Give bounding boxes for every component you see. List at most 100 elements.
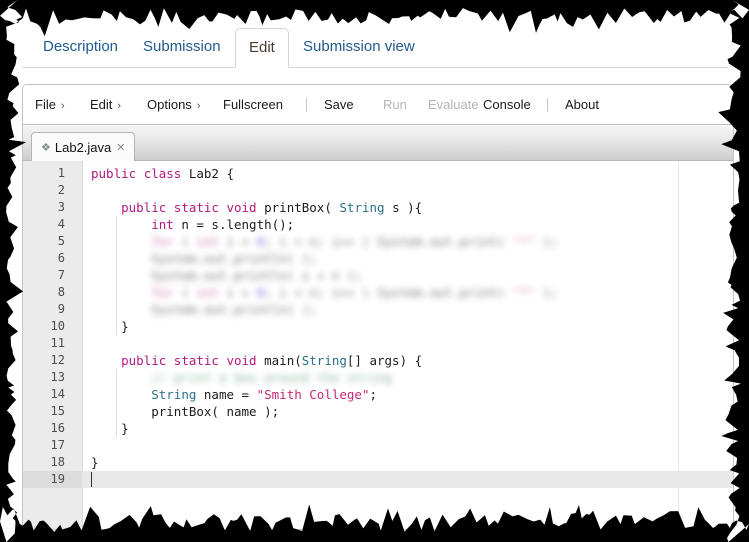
close-icon[interactable]: ✕ [116,142,125,154]
code-line[interactable]: public class Lab2 { [82,165,733,182]
code-token: public [91,166,137,181]
code-line[interactable]: String name = "Smith College"; [82,386,733,403]
code-token: for [151,234,174,249]
nav-tab-submission-view[interactable]: Submission view [290,28,428,68]
code-token: String [151,387,197,402]
code-token: // print a box around the string [91,370,393,385]
menu-item-label: Save [324,97,354,112]
code-token: ); [535,234,558,249]
code-line[interactable] [82,182,733,199]
editor-menubar: File › Edit › Options › Fullscreen Save Run Evalu… [23,85,733,125]
code-line[interactable]: public static void main(String[] args) { [82,352,733,369]
nav-tabbar: Description Submission Edit Submission view [22,28,728,68]
gutter-line-number[interactable]: 17 [23,437,82,454]
code-token: [] args) { [346,353,423,368]
code-token: System.out.println( ); [91,251,317,266]
menu-separator [547,98,548,112]
gutter-line-number[interactable]: 4 [23,216,82,233]
code-line-redacted[interactable]: System.out.println( s + n ); [82,267,733,284]
code-token: void [226,200,257,215]
code-token: i = [218,234,257,249]
gutter-line-number[interactable]: 3 [23,199,82,216]
code-line[interactable] [82,335,733,352]
code-token: } [91,455,99,470]
gutter-line-number[interactable]: 2 [23,182,82,199]
menu-item-run: Run [383,85,407,124]
code-token: ; i < n; i++ ) System.out.print( [264,285,513,300]
code-token: public [121,353,167,368]
gutter-line-number[interactable]: 16 [23,420,82,437]
gutter-line-number[interactable]: 14 [23,386,82,403]
code-editor-panel: File › Edit › Options › Fullscreen Save Run Evalu… [22,84,734,530]
code-token: "Smith College" [256,387,370,402]
code-token: void [226,353,257,368]
gutter-line-number[interactable]: 15 [23,403,82,420]
nav-tab-edit[interactable]: Edit [235,28,289,68]
menu-item-save[interactable]: Save [324,85,354,124]
code-token: n = s.length(); [173,217,295,232]
gutter-line-number[interactable]: 6 [23,250,82,267]
file-tab-strip: ❖ Lab2.java ✕ [23,125,733,162]
menu-item-edit[interactable]: Edit › [90,85,121,124]
text-cursor [91,472,92,487]
nav-tab-submission[interactable]: Submission [130,28,234,68]
menu-item-evaluate: Evaluate [428,85,479,124]
code-token: Lab2 { [181,166,235,181]
gutter-line-number[interactable]: 10 [23,318,82,335]
code-line[interactable]: int n = s.length(); [82,216,733,233]
code-line[interactable]: } [82,420,733,437]
gutter-line-number[interactable]: 8 [23,284,82,301]
gutter-line-number[interactable]: 11 [23,335,82,352]
menu-item-options[interactable]: Options › [147,85,200,124]
code-token: class [143,166,182,181]
code-token: ; i < n; i++ ) System.out.print( [264,234,513,249]
code-line[interactable]: } [82,318,733,335]
gutter-line-number[interactable]: 13 [23,369,82,386]
code-area[interactable]: 1 2 3 4 5 6 7 8 9 10 11 12 13 14 15 16 17 18 19 public cla… [23,161,733,529]
code-line[interactable]: printBox( name ); [82,403,733,420]
code-content[interactable]: public class Lab2 { public static void p… [82,161,733,529]
code-token: int [196,285,219,300]
code-token: static [173,200,219,215]
code-token: printBox( name ); [91,404,280,419]
page-root: Description Submission Edit Submission view… [0,0,749,542]
file-tab-label: Lab2.java [54,140,112,155]
code-token: 0 [256,234,265,249]
code-token: System.out.println( ); [91,302,317,317]
menu-separator [306,98,307,112]
code-line-redacted[interactable]: for ( int i = 0; i < n; i++ ) System.out… [82,284,733,301]
code-line-redacted[interactable]: for ( int i = 0; i < n; i++ ) System.out… [82,233,733,250]
gutter-line-number[interactable]: 12 [23,352,82,369]
gutter-line-number[interactable]: 19 [23,471,82,488]
code-token: ; [369,387,378,402]
code-line[interactable]: } [82,454,733,471]
code-line[interactable] [82,437,733,454]
gutter-line-number[interactable]: 7 [23,267,82,284]
line-number-gutter[interactable]: 1 2 3 4 5 6 7 8 9 10 11 12 13 14 15 16 17 18 19 [23,161,83,529]
gutter-line-number[interactable]: 1 [23,165,82,182]
menu-item-file[interactable]: File › [35,85,65,124]
menu-item-console[interactable]: Console [483,85,531,124]
code-line-redacted[interactable]: System.out.println( ); [82,250,733,267]
gutter-line-number[interactable]: 5 [23,233,82,250]
code-line-redacted[interactable]: // print a box around the string [82,369,733,386]
code-token: String [301,353,347,368]
gutter-line-number[interactable]: 18 [23,454,82,471]
menu-item-label: Evaluate [428,97,479,112]
nav-tab-description[interactable]: Description [30,28,131,68]
gutter-line-number[interactable]: 9 [23,301,82,318]
code-line[interactable] [82,471,733,488]
code-line-redacted[interactable]: System.out.println( ); [82,301,733,318]
code-line[interactable]: public static void printBox( String s ){ [82,199,733,216]
code-token: int [196,234,219,249]
menu-item-fullscreen[interactable]: Fullscreen [223,85,283,124]
file-tab-lab2java[interactable]: ❖ Lab2.java ✕ [31,132,136,162]
menu-item-about[interactable]: About [565,85,599,124]
chevron-right-icon: › [60,100,65,112]
menu-item-label: About [565,97,599,112]
